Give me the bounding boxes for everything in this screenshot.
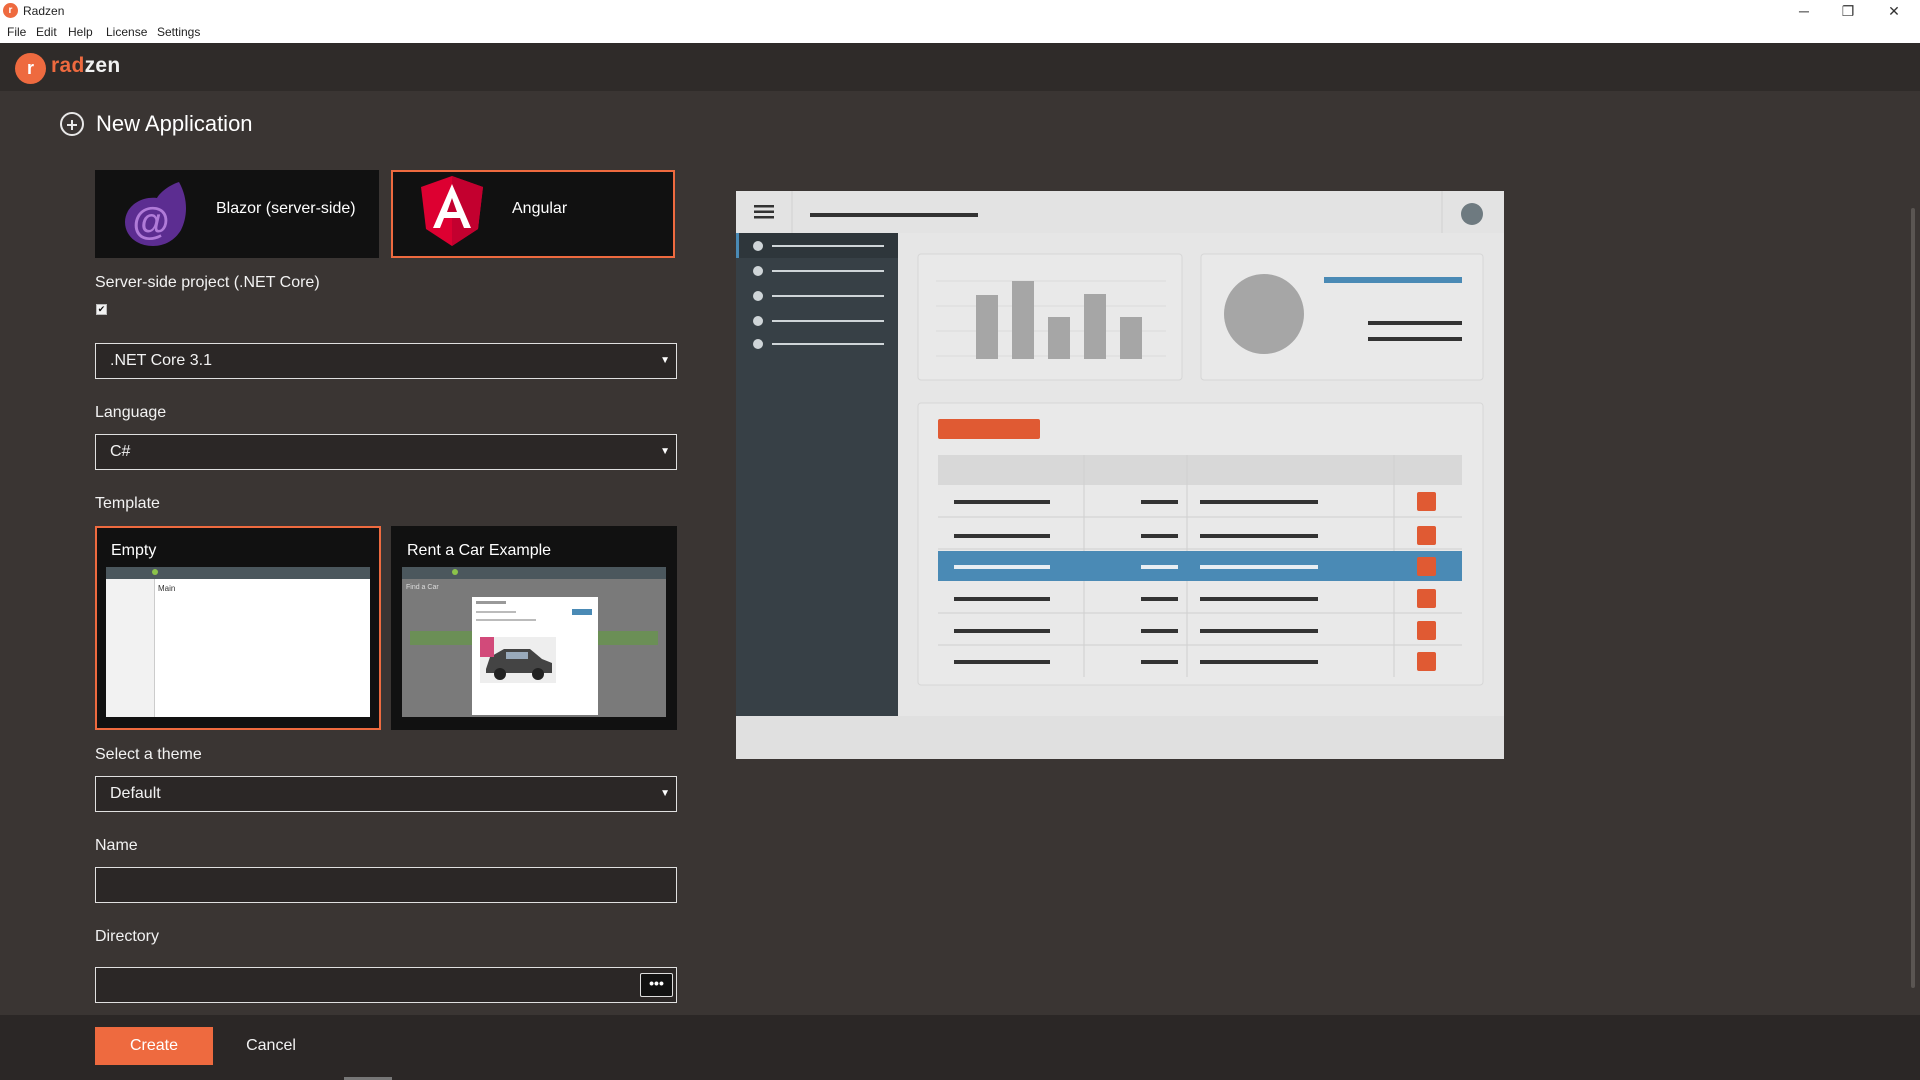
menu-license[interactable]: License (106, 25, 147, 39)
directory-input[interactable] (95, 967, 677, 1003)
menu-help[interactable]: Help (68, 25, 93, 39)
add-circle-icon (60, 112, 84, 136)
page-title: New Application (96, 111, 253, 136)
browse-directory-button[interactable]: ••• (640, 973, 673, 997)
cancel-button[interactable]: Cancel (228, 1027, 314, 1065)
framework-card-angular[interactable]: Angular (391, 170, 675, 258)
chevron-down-icon: ▼ (660, 355, 670, 366)
directory-label: Directory (95, 928, 160, 945)
framework-card-blazor[interactable]: @ Blazor (server-side) (95, 170, 379, 258)
window-title: Radzen (23, 4, 65, 18)
language-label: Language (95, 404, 167, 421)
theme-value: Default (110, 785, 161, 802)
theme-select[interactable]: Default ▼ (95, 776, 677, 812)
template-preview-illustration (736, 191, 1504, 759)
restore-button[interactable]: ❐ (1826, 0, 1870, 22)
svg-text:@: @ (132, 201, 169, 243)
menu-file[interactable]: File (7, 25, 26, 39)
radzen-logo-text: radzen (51, 54, 121, 77)
minimize-button[interactable]: ─ (1782, 0, 1826, 22)
framework-label-angular: Angular (512, 200, 568, 217)
template-card-rent-a-car[interactable]: Rent a Car Example Find a Car (391, 526, 677, 730)
thumbnail-dialog (472, 597, 598, 715)
car-image-icon (480, 637, 556, 683)
template-card-empty[interactable]: Empty Main (95, 526, 381, 730)
template-label-empty: Empty (111, 542, 157, 559)
dotnet-version-select[interactable]: .NET Core 3.1 ▼ (95, 343, 677, 379)
radzen-app-icon: r (3, 3, 18, 18)
menu-edit[interactable]: Edit (36, 25, 57, 39)
app-header: r radzen (0, 43, 1920, 91)
theme-label: Select a theme (95, 746, 202, 763)
chevron-down-icon: ▼ (660, 788, 670, 799)
template-thumbnail-rent-a-car: Find a Car (402, 567, 666, 717)
preview-svg (736, 191, 1504, 759)
name-input[interactable] (95, 867, 677, 903)
dotnet-version-value: .NET Core 3.1 (110, 352, 212, 369)
thumbnail-find-car-text: Find a Car (406, 584, 439, 591)
server-side-checkbox[interactable]: ✔ (96, 304, 107, 315)
menu-settings[interactable]: Settings (157, 25, 200, 39)
template-label: Template (95, 495, 160, 512)
window-titlebar (0, 0, 1920, 22)
template-thumbnail-empty: Main (106, 567, 370, 717)
menubar: File Edit Help License Settings (0, 22, 1920, 43)
template-label-rent-a-car: Rent a Car Example (407, 542, 552, 559)
thumbnail-main-text: Main (158, 584, 176, 593)
create-button[interactable]: Create (95, 1027, 213, 1065)
angular-icon (421, 176, 483, 246)
blazor-icon: @ (125, 182, 186, 246)
framework-label-blazor: Blazor (server-side) (216, 200, 356, 217)
close-window-button[interactable]: ✕ (1872, 0, 1916, 22)
language-value: C# (110, 443, 131, 460)
chevron-down-icon: ▼ (660, 446, 670, 457)
server-side-label: Server-side project (.NET Core) (95, 274, 320, 291)
scrollbar[interactable] (1911, 208, 1915, 988)
radzen-logo-icon: r (15, 53, 46, 84)
language-select[interactable]: C# ▼ (95, 434, 677, 470)
name-label: Name (95, 837, 138, 854)
